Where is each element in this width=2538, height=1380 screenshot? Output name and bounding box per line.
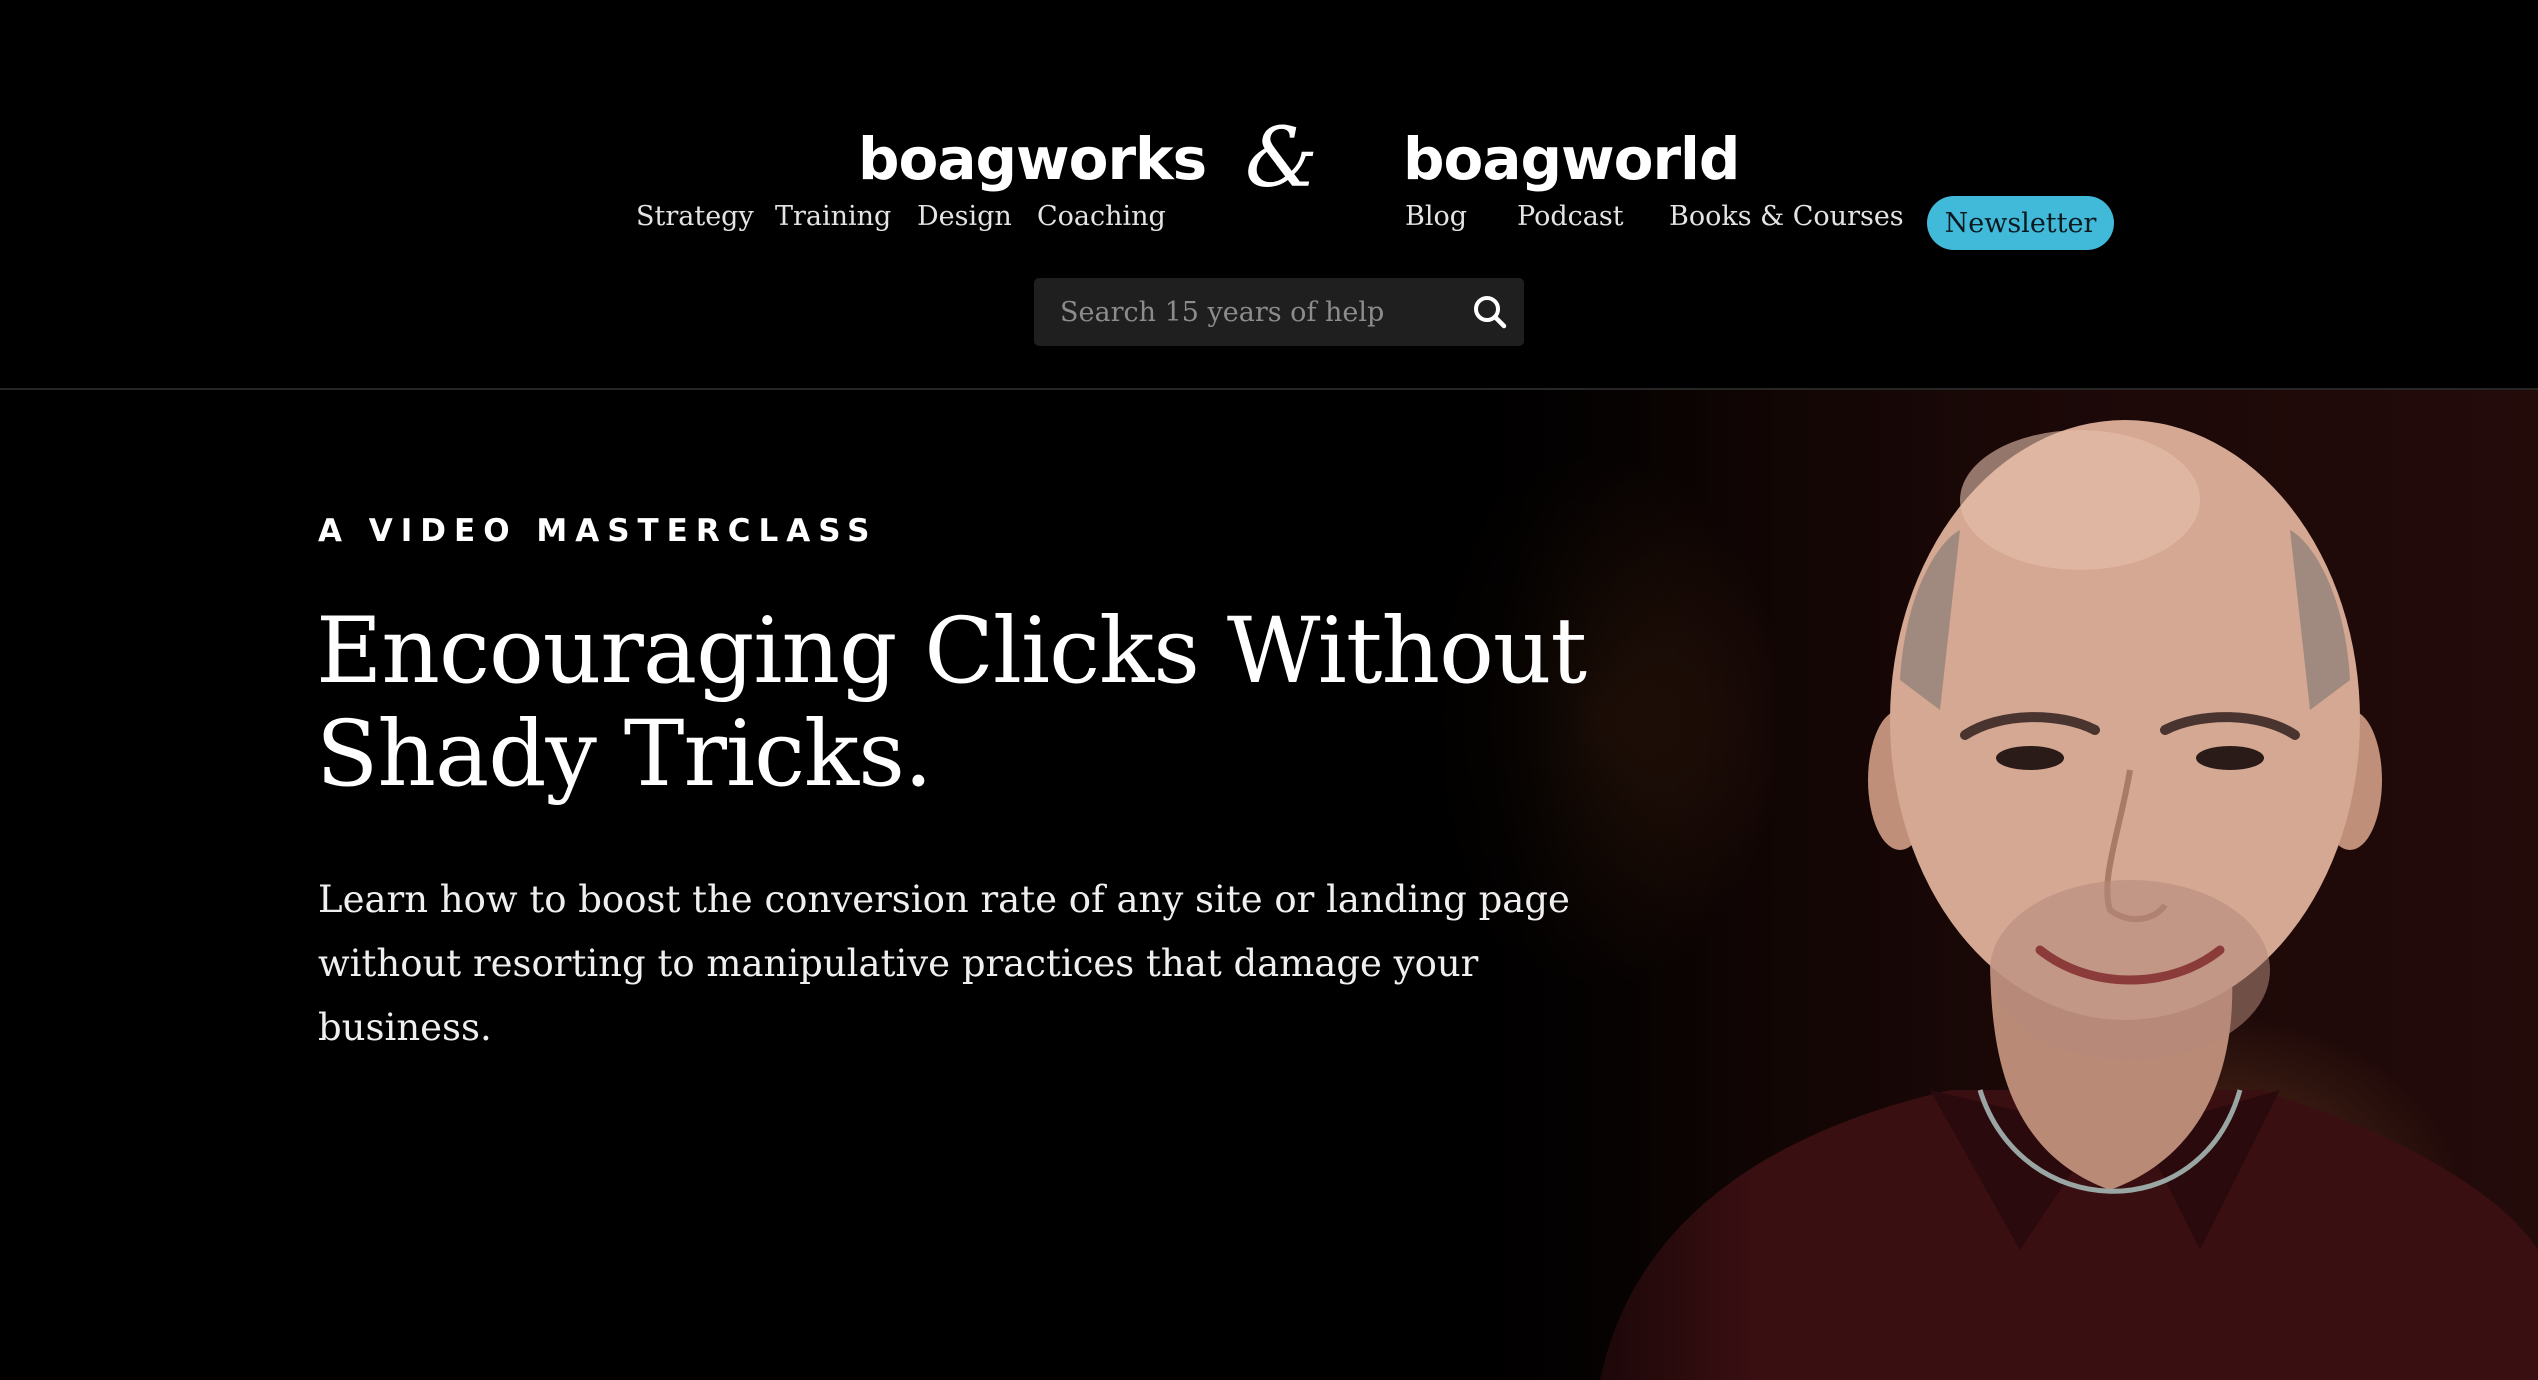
nav-link-blog[interactable]: Blog [1405, 202, 1467, 232]
boagworld-logo[interactable]: boagworld [1403, 130, 1740, 188]
hero-section: A VIDEO MASTERCLASS Encouraging Clicks W… [0, 390, 2538, 1380]
search-box [1034, 278, 1524, 346]
hero-subtitle: Learn how to boost the conversion rate o… [318, 868, 1658, 1060]
boagworks-logo[interactable]: boagworks [858, 130, 1207, 188]
site-header: boagworks & boagworld Strategy Training … [0, 0, 2538, 390]
hero-title-line-2: Shady Tricks. [316, 702, 933, 807]
nav-link-coaching[interactable]: Coaching [1037, 202, 1166, 232]
hero-subtitle-line-2: without resorting to manipulative practi… [318, 942, 1479, 1049]
search-icon[interactable] [1470, 292, 1510, 332]
hero-eyebrow: A VIDEO MASTERCLASS [318, 513, 878, 549]
nav-link-podcast[interactable]: Podcast [1517, 202, 1624, 232]
hero-title-line-1: Encouraging Clicks Without [316, 599, 1587, 704]
nav-link-design[interactable]: Design [917, 202, 1012, 232]
search-input[interactable] [1034, 278, 1454, 346]
hero-subtitle-line-1: Learn how to boost the conversion rate o… [318, 878, 1570, 921]
nav-link-books-courses[interactable]: Books & Courses [1669, 202, 1904, 232]
nav-link-strategy[interactable]: Strategy [636, 202, 754, 232]
hero-title: Encouraging Clicks Without Shady Tricks. [316, 600, 1616, 806]
newsletter-button[interactable]: Newsletter [1927, 196, 2114, 250]
ampersand-glyph: & [1245, 111, 1318, 206]
nav-link-training[interactable]: Training [775, 202, 891, 232]
